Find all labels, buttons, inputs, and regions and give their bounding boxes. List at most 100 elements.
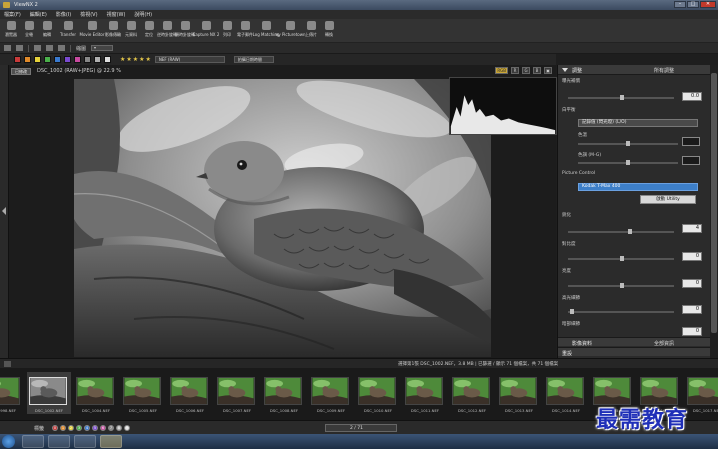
label-filter-3[interactable]	[44, 56, 51, 63]
label-button-3[interactable]: 3	[76, 425, 82, 431]
file-type-filter[interactable]: NEF (RAW)	[154, 56, 225, 63]
viewer-channel-1[interactable]: R	[511, 67, 519, 74]
sharpness-value[interactable]: 4	[682, 224, 702, 233]
adjust-panel-header[interactable]: 調整 所有調整	[558, 65, 711, 75]
left-panel-toggle[interactable]	[0, 65, 9, 358]
toolbar-button-12[interactable]: 電子郵件	[237, 19, 253, 38]
up-icon[interactable]	[58, 45, 65, 51]
slider-knob[interactable]	[626, 141, 630, 146]
toolbar-button-16[interactable]: 轉換	[321, 19, 337, 38]
temperature-slider[interactable]	[578, 141, 678, 146]
contrast-value[interactable]: 0	[682, 252, 702, 261]
slider-knob[interactable]	[570, 309, 574, 314]
menu-image[interactable]: 影像(I)	[56, 11, 71, 18]
filmstrip-thumbnail[interactable]: DSC_1012.NEF	[450, 372, 494, 414]
slider-knob[interactable]	[620, 256, 624, 261]
filmstrip-thumbnail[interactable]: DSC_1005.NEF	[121, 372, 165, 414]
info-icon[interactable]	[4, 361, 11, 367]
filmstrip-thumbnail[interactable]: DSC_1013.NEF	[497, 372, 541, 414]
toolbar-button-1[interactable]: 全螢	[21, 19, 37, 38]
reset-label[interactable]: 重設	[562, 350, 572, 357]
forward-icon[interactable]	[46, 45, 53, 51]
label-button-1[interactable]: 1	[60, 425, 66, 431]
exposure-slider[interactable]	[568, 95, 674, 100]
toolbar-button-4[interactable]: Movie Editor	[80, 19, 104, 37]
adjust-mode-dropdown[interactable]: 所有調整	[654, 67, 674, 74]
toolbar-button-2[interactable]: 編輯	[39, 19, 55, 38]
taskbar-app-viewnx[interactable]	[100, 435, 122, 448]
toolbar-button-3[interactable]: Transfer	[57, 19, 79, 37]
label-button-6[interactable]: 6	[100, 425, 106, 431]
toolbar-button-11[interactable]: 列印	[219, 19, 235, 38]
main-photo[interactable]	[74, 79, 491, 357]
toolbar-button-14[interactable]: my Picturetown	[274, 19, 306, 37]
taskbar-app-media[interactable]	[74, 435, 96, 448]
filmstrip-thumbnail[interactable]: DSC_1007.NEF	[215, 372, 259, 414]
menu-view[interactable]: 檢視(V)	[80, 11, 97, 18]
slider-knob[interactable]	[628, 229, 632, 234]
filmstrip-thumbnail[interactable]: DSC_1002.NEF	[27, 372, 71, 414]
label-button-2[interactable]: 2	[68, 425, 74, 431]
list-view-icon[interactable]	[16, 45, 23, 51]
label-filter-1[interactable]	[24, 56, 31, 63]
maximize-button[interactable]: □	[687, 1, 699, 8]
picture-control-select[interactable]: Kodak T-Max 400	[578, 183, 698, 191]
slider-knob[interactable]	[620, 95, 624, 100]
highlight-slider[interactable]	[568, 309, 674, 314]
label-filter-5[interactable]	[64, 56, 71, 63]
label-button-8[interactable]: 8	[116, 425, 122, 431]
tint-swatch[interactable]	[682, 156, 700, 165]
label-filter-2[interactable]	[34, 56, 41, 63]
label-button-9[interactable]: 9	[124, 425, 130, 431]
start-button[interactable]	[2, 435, 15, 448]
filmstrip-thumbnail[interactable]: DSC_1010.NEF	[356, 372, 400, 414]
back-icon[interactable]	[34, 45, 41, 51]
temperature-swatch[interactable]	[682, 137, 700, 146]
brightness-slider[interactable]	[568, 283, 674, 288]
label-button-5[interactable]: 5	[92, 425, 98, 431]
filmstrip-thumbnail[interactable]: DSC_1008.NEF	[262, 372, 306, 414]
close-button[interactable]: ✕	[700, 1, 716, 8]
label-filter-9[interactable]	[104, 56, 111, 63]
label-filter-4[interactable]	[54, 56, 61, 63]
label-filter-6[interactable]	[74, 56, 81, 63]
label-button-0[interactable]: 0	[52, 425, 58, 431]
highlight-value[interactable]: 0	[682, 305, 702, 314]
exposure-value[interactable]: 0.0	[682, 92, 702, 101]
viewer-channel-3[interactable]: B	[533, 67, 541, 74]
toolbar-button-9[interactable]: 順時針旋轉	[175, 19, 195, 38]
label-filter-8[interactable]	[94, 56, 101, 63]
page-counter[interactable]: 2 / 71	[325, 424, 397, 432]
viewer-channel-0[interactable]: RGB	[495, 67, 508, 74]
filmstrip-thumbnail[interactable]: DSC_1014.NEF	[544, 372, 588, 414]
slider-knob[interactable]	[620, 283, 624, 288]
shadow-value[interactable]: 0	[682, 327, 702, 336]
taskbar-app-browser[interactable]	[48, 435, 70, 448]
view-mode-dropdown[interactable]: ▾	[91, 45, 114, 51]
toolbar-button-0[interactable]: 瀏覽器	[3, 19, 19, 38]
slider-knob[interactable]	[626, 160, 630, 165]
filmstrip-thumbnail[interactable]: DSC_1004.NEF	[74, 372, 118, 414]
viewer-channel-4[interactable]: ▣	[544, 67, 552, 74]
toolbar-button-15[interactable]: 上傳片	[303, 19, 319, 38]
filmstrip-thumbnail[interactable]: DSC_1011.NEF	[403, 372, 447, 414]
rating-filter[interactable]: ★★★★★	[120, 56, 152, 63]
viewer-channel-2[interactable]: G	[522, 67, 530, 74]
adjust-panel-scrollbar[interactable]	[710, 65, 718, 358]
contrast-slider[interactable]	[568, 256, 674, 261]
white-balance-select[interactable]: 記錄值 (閃光燈) (L/O)	[578, 119, 698, 127]
toolbar-button-6[interactable]: 元資料	[123, 19, 139, 38]
sort-order-combo[interactable]: 拍攝日期時間	[233, 56, 274, 63]
reset-bar[interactable]: 重設	[558, 347, 711, 357]
brightness-value[interactable]: 0	[682, 279, 702, 288]
label-button-7[interactable]: 7	[108, 425, 114, 431]
taskbar-app-explorer[interactable]	[22, 435, 44, 448]
scrollbar-thumb[interactable]	[711, 73, 717, 333]
metadata-mode[interactable]: 全部資訊	[654, 340, 674, 347]
menu-help[interactable]: 說明(H)	[134, 11, 152, 18]
tint-slider[interactable]	[578, 160, 678, 165]
minimize-button[interactable]: –	[674, 1, 686, 8]
toolbar-button-5[interactable]: 影像傳輸	[105, 19, 121, 38]
menu-edit[interactable]: 編輯(E)	[30, 11, 47, 18]
toolbar-button-8[interactable]: 逆時針旋轉	[157, 19, 177, 38]
